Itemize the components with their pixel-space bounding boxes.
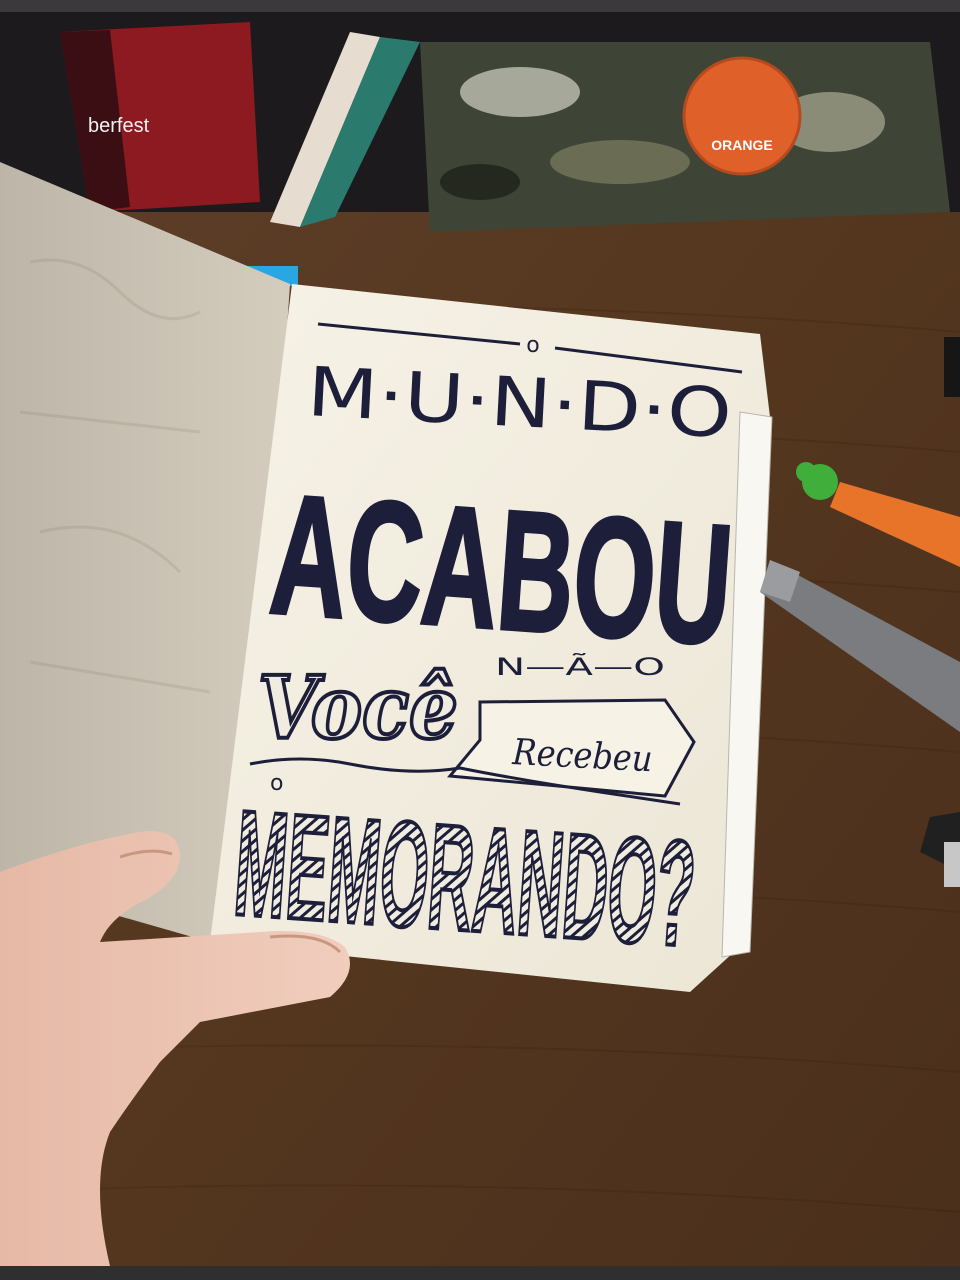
bottom-frame-bar [0, 1266, 960, 1280]
photo-svg: berfest ORANGE o M·U·N·D·O ACABOU Você N… [0, 12, 960, 1266]
photo-scene: berfest ORANGE o M·U·N·D·O ACABOU Você N… [0, 12, 960, 1266]
word-voce: Você [258, 658, 458, 759]
sticker-text: berfest [88, 115, 150, 137]
word-recebeu: Recebeu [511, 732, 654, 780]
accent-o: o [526, 333, 539, 358]
top-frame-bar [0, 0, 960, 12]
word-acabou: ACABOU [265, 459, 737, 681]
badge-text: ORANGE [711, 137, 772, 153]
lettering: o M·U·N·D·O ACABOU Você N—Ã—O Recebeu o … [228, 322, 743, 980]
dark-object [944, 337, 960, 397]
word-nao: N—Ã—O [495, 651, 665, 681]
